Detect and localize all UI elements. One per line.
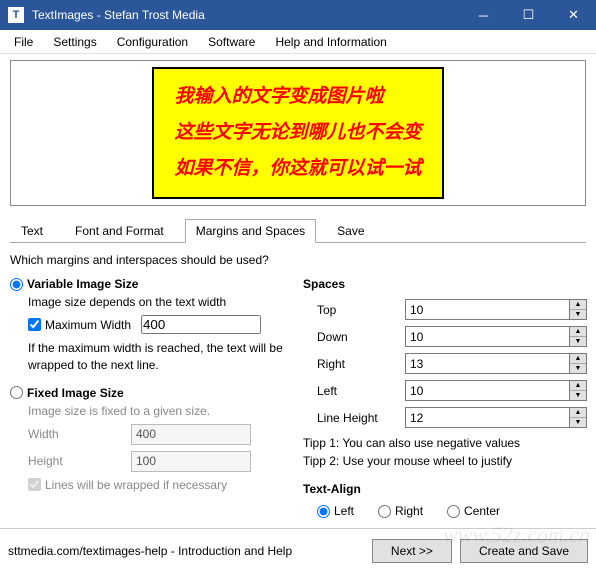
tab-margins-spaces[interactable]: Margins and Spaces bbox=[185, 219, 316, 243]
preview-line: 我输入的文字变成图片啦 bbox=[174, 79, 421, 115]
variable-size-desc: Image size depends on the text width bbox=[28, 295, 293, 309]
text-align-title: Text-Align bbox=[303, 482, 586, 496]
space-lineheight-input[interactable] bbox=[405, 407, 569, 428]
help-text: Which margins and interspaces should be … bbox=[10, 253, 586, 267]
spinner-down-icon[interactable]: ▼ bbox=[570, 310, 586, 320]
spinner-up-icon[interactable]: ▲ bbox=[570, 354, 586, 364]
tipp-1: Tipp 1: You can also use negative values bbox=[303, 434, 586, 452]
checkbox-wrap-lines bbox=[28, 478, 41, 491]
tab-font-format[interactable]: Font and Format bbox=[64, 219, 175, 243]
radio-align-left[interactable] bbox=[317, 505, 330, 518]
fixed-size-desc: Image size is fixed to a given size. bbox=[28, 404, 293, 418]
preview-line: 如果不信，你这就可以试一试 bbox=[174, 151, 421, 187]
app-icon: T bbox=[8, 7, 24, 23]
radio-fixed-size[interactable] bbox=[10, 386, 23, 399]
max-width-input[interactable] bbox=[141, 315, 261, 334]
space-top-input[interactable] bbox=[405, 299, 569, 320]
align-left-label: Left bbox=[334, 504, 354, 518]
checkbox-max-width[interactable] bbox=[28, 318, 41, 331]
radio-align-center[interactable] bbox=[447, 505, 460, 518]
max-width-label: Maximum Width bbox=[45, 318, 131, 332]
maximize-button[interactable]: ☐ bbox=[506, 0, 551, 30]
fixed-size-title: Fixed Image Size bbox=[27, 386, 124, 400]
close-button[interactable]: ✕ bbox=[551, 0, 596, 30]
window-title: TextImages - Stefan Trost Media bbox=[32, 8, 461, 22]
align-center-label: Center bbox=[464, 504, 500, 518]
fixed-width-input bbox=[131, 424, 251, 445]
tipp-2: Tipp 2: Use your mouse wheel to justify bbox=[303, 452, 586, 470]
space-left-label: Left bbox=[317, 384, 397, 398]
spinner-down-icon[interactable]: ▼ bbox=[570, 418, 586, 428]
spinner-down-icon[interactable]: ▼ bbox=[570, 337, 586, 347]
tab-text[interactable]: Text bbox=[10, 219, 54, 243]
fixed-height-input bbox=[131, 451, 251, 472]
fixed-height-label: Height bbox=[28, 454, 123, 468]
spinner-up-icon[interactable]: ▲ bbox=[570, 300, 586, 310]
radio-variable-size[interactable] bbox=[10, 278, 23, 291]
align-right-label: Right bbox=[395, 504, 423, 518]
menu-help[interactable]: Help and Information bbox=[265, 32, 396, 52]
space-left-input[interactable] bbox=[405, 380, 569, 401]
spinner-up-icon[interactable]: ▲ bbox=[570, 408, 586, 418]
menubar: File Settings Configuration Software Hel… bbox=[0, 30, 596, 54]
spinner-up-icon[interactable]: ▲ bbox=[570, 327, 586, 337]
space-down-label: Down bbox=[317, 330, 397, 344]
preview-frame: 我输入的文字变成图片啦 这些文字无论到哪儿也不会变 如果不信，你这就可以试一试 bbox=[10, 60, 586, 206]
menu-software[interactable]: Software bbox=[198, 32, 265, 52]
fixed-width-label: Width bbox=[28, 427, 123, 441]
preview-image: 我输入的文字变成图片啦 这些文字无论到哪儿也不会变 如果不信，你这就可以试一试 bbox=[152, 67, 443, 199]
variable-size-note: If the maximum width is reached, the tex… bbox=[28, 340, 293, 374]
status-text: sttmedia.com/textimages-help - Introduct… bbox=[8, 544, 292, 558]
space-lineheight-label: Line Height bbox=[317, 411, 397, 425]
menu-settings[interactable]: Settings bbox=[43, 32, 106, 52]
tab-save[interactable]: Save bbox=[326, 219, 375, 243]
radio-align-right[interactable] bbox=[378, 505, 391, 518]
space-right-label: Right bbox=[317, 357, 397, 371]
spinner-up-icon[interactable]: ▲ bbox=[570, 381, 586, 391]
menu-configuration[interactable]: Configuration bbox=[107, 32, 198, 52]
spinner-down-icon[interactable]: ▼ bbox=[570, 391, 586, 401]
minimize-button[interactable]: ─ bbox=[461, 0, 506, 30]
space-top-label: Top bbox=[317, 303, 397, 317]
preview-line: 这些文字无论到哪儿也不会变 bbox=[174, 115, 421, 151]
variable-size-title: Variable Image Size bbox=[27, 277, 138, 291]
space-down-input[interactable] bbox=[405, 326, 569, 347]
spaces-title: Spaces bbox=[303, 277, 586, 291]
spinner-down-icon[interactable]: ▼ bbox=[570, 364, 586, 374]
wrap-lines-label: Lines will be wrapped if necessary bbox=[45, 478, 227, 492]
space-right-input[interactable] bbox=[405, 353, 569, 374]
menu-file[interactable]: File bbox=[4, 32, 43, 52]
